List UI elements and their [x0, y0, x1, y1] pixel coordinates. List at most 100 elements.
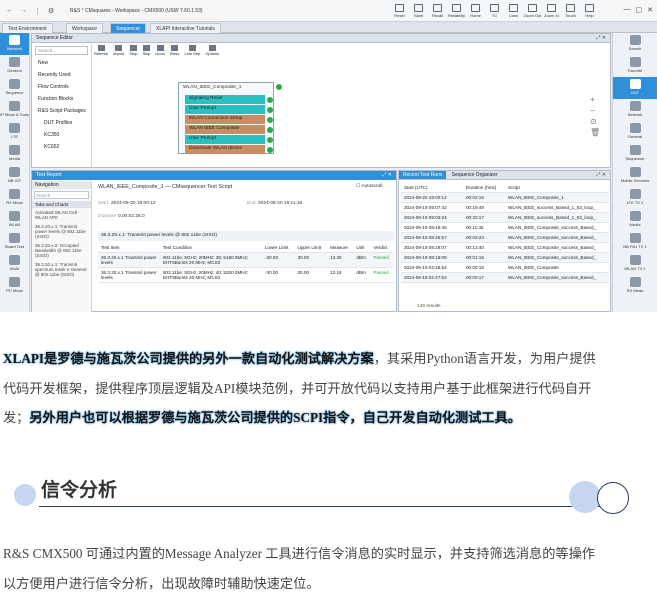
- nav-item[interactable]: 36.3.20.x.1: Transmit power levels @ 802…: [32, 222, 91, 241]
- tool-redo-button[interactable]: Redo: [170, 45, 180, 56]
- tab-sequence-organizer[interactable]: Sequence Organizer: [448, 171, 502, 179]
- maximize-icon[interactable]: ▢: [636, 6, 643, 14]
- nav-item[interactable]: 36.3.20.x.1: Transmit spectrum mask e Ge…: [32, 260, 91, 279]
- flow-item-user-prompt-2[interactable]: User Prompt: [185, 135, 265, 144]
- left-nav-multi[interactable]: Multi: [0, 253, 29, 275]
- nav-search-input[interactable]: Search: [34, 191, 89, 199]
- flow-item-wlan-connection-setup[interactable]: WLAN Connection Setup: [185, 115, 265, 124]
- table-row[interactable]: 2024-09-19 08:45:57 00:03:23 WLAN_IEEE_Com…: [401, 232, 609, 243]
- flow-item-user-prompt[interactable]: User Prompt: [185, 105, 265, 114]
- tree-item-flow-controls[interactable]: Flow Controls: [32, 81, 91, 93]
- tool-refresh-button[interactable]: Refresh: [94, 45, 108, 56]
- left-nav-ip-meas[interactable]: IP Meas & Tools: [0, 99, 29, 121]
- flow-item-signaling-reset[interactable]: Signaling Reset: [185, 95, 265, 104]
- toolbar-tc-button[interactable]: TC: [485, 4, 504, 18]
- table-row[interactable]: 2024-09-19 08:49:48 00:11:45 WLAN_IEEE_Com…: [401, 222, 609, 233]
- left-nav-nb-iot[interactable]: NB IOT: [0, 165, 29, 187]
- back-arrow-icon[interactable]: ←: [6, 7, 13, 15]
- nav-item[interactable]: Activated WLAN Cell - WLAN AP0: [32, 208, 91, 222]
- tab-xlapi-tutorials[interactable]: XLAPI Interactive Tutorials: [150, 23, 221, 33]
- tool-stop-button[interactable]: Stop: [129, 45, 138, 56]
- left-nav-pc-meas[interactable]: PC Meas: [0, 275, 29, 297]
- tree-search-input[interactable]: Search...: [35, 46, 88, 55]
- right-nav-media[interactable]: Media: [613, 209, 657, 231]
- tree-item-new[interactable]: New: [32, 57, 91, 69]
- menu-icon[interactable]: ⋮: [34, 7, 41, 15]
- autoscroll-checkbox[interactable]: ☐ Autoscroll: [356, 184, 382, 189]
- toolbar-recall-button[interactable]: Recall: [428, 4, 447, 18]
- tool-skip-button[interactable]: Skip: [143, 45, 150, 56]
- left-nav-general[interactable]: General: [0, 55, 29, 77]
- tab-workspace[interactable]: Workspace: [66, 23, 103, 33]
- star-icon: [629, 57, 641, 67]
- right-nav-nb-fb1[interactable]: NB FB1 TX 1: [613, 231, 657, 253]
- close-icon[interactable]: ✕: [647, 6, 653, 14]
- table-row[interactable]: 2024-09-19 08:19:07 00:13:40 WLAN_IEEE_Com…: [401, 242, 609, 253]
- flow-item-wlan-ieee-composite[interactable]: WLAN IEEE Composite: [185, 125, 265, 134]
- toolbar-home-button[interactable]: Home: [466, 4, 485, 18]
- flow-container[interactable]: WLAN_IEEE_Composite_1 Signaling Reset Us…: [178, 82, 274, 154]
- table-row[interactable]: 36.3.20.x.1 Transmit power levels 802.11…: [98, 267, 394, 283]
- left-nav-lte[interactable]: LTE: [0, 121, 29, 143]
- toolbar-zoom-in-button[interactable]: Zoom In: [542, 4, 561, 18]
- toolbar-reliability-button[interactable]: Reliability: [447, 4, 466, 18]
- left-nav-rx-meas[interactable]: RX Meas: [0, 187, 29, 209]
- table-row[interactable]: 2024-09-19 02:48:52 00:00:18 WLAN_IEEE_Com…: [401, 262, 609, 273]
- panel-close-icon[interactable]: ⤢ ✕: [596, 172, 606, 178]
- table-row[interactable]: 2024-09-19 02:47:52 00:00:17 WLAN_IEEE_Com…: [401, 272, 609, 283]
- conn-icon: [509, 4, 518, 12]
- zoom-plus-icon[interactable]: +: [590, 94, 600, 105]
- left-nav-network[interactable]: Network: [0, 33, 29, 55]
- toolbar-help-button[interactable]: Help: [580, 4, 599, 18]
- tree-item-kc652[interactable]: KC652: [32, 141, 91, 153]
- toolbar-save-button[interactable]: Save: [409, 4, 428, 18]
- table-row[interactable]: 2024-09-20 19:00:12 00:02:15 WLAN_IEEE_Com…: [401, 192, 609, 203]
- right-nav-lte-tx[interactable]: LTE TX 1: [613, 187, 657, 209]
- tree-item-dut-profiles[interactable]: DUT Profiles: [32, 117, 91, 129]
- section-heading-block: 信令分析: [14, 460, 640, 516]
- toolbar-zoom-out-button[interactable]: Zoom Out: [523, 4, 542, 18]
- toolbar-reset-button[interactable]: Reset: [390, 4, 409, 18]
- tool-import-button[interactable]: Import: [113, 45, 124, 56]
- tree-item-recently-used[interactable]: Recently Used: [32, 69, 91, 81]
- right-nav-rx-meas[interactable]: RX Meas: [613, 275, 657, 297]
- zoom-minus-icon[interactable]: −: [590, 105, 600, 116]
- tool-undo-button[interactable]: Undo: [155, 45, 165, 56]
- forward-arrow-icon[interactable]: →: [20, 7, 27, 15]
- settings-icon[interactable]: ⚙: [48, 7, 54, 15]
- left-nav-board-test[interactable]: Board Test: [0, 231, 29, 253]
- left-nav-sequence[interactable]: Sequence: [0, 77, 29, 99]
- tab-sequencer[interactable]: Sequencer: [110, 23, 147, 33]
- right-nav-favorite[interactable]: Favorite: [613, 55, 657, 77]
- panel-close-icon[interactable]: ⤢ ✕: [382, 172, 392, 178]
- tool-line-sep-button[interactable]: Line Sep: [185, 45, 200, 56]
- right-nav-search[interactable]: Search: [613, 33, 657, 55]
- left-nav-wlan[interactable]: WLAN: [0, 209, 29, 231]
- right-nav-sequencer[interactable]: Sequencer: [613, 143, 657, 165]
- zoom-fit-icon[interactable]: ⊙: [590, 116, 600, 127]
- tool-options-button[interactable]: Options: [205, 45, 219, 56]
- panel-close-icon[interactable]: ⤢ ✕: [596, 35, 606, 41]
- table-row[interactable]: 2024-09-19 09:07:42 00:19:49 WLAN_IEEE_suc…: [401, 202, 609, 213]
- right-nav-network[interactable]: Network: [613, 99, 657, 121]
- tree-item-script-packages[interactable]: R&S Script Packages: [32, 105, 91, 117]
- right-nav-mobile-services[interactable]: Mobile Services: [613, 165, 657, 187]
- tree-item-function-blocks[interactable]: Function Blocks: [32, 93, 91, 105]
- minimize-icon[interactable]: —: [624, 6, 631, 14]
- toolbar-touch-button[interactable]: Touch: [561, 4, 580, 18]
- table-row[interactable]: 2024-09-19 09:03:24 00:20:17 WLAN_IEEE_suc…: [401, 212, 609, 223]
- left-nav-media[interactable]: Media: [0, 143, 29, 165]
- tab-recent-test-runs[interactable]: Recent Test Runs: [399, 171, 447, 179]
- right-nav-dut[interactable]: DUT: [613, 77, 657, 99]
- trash-icon[interactable]: 🗑: [590, 127, 600, 138]
- flow-item-deactivate-wlan[interactable]: Deactivate WLAN device: [185, 145, 265, 154]
- toolbar-conn-button[interactable]: Conn: [504, 4, 523, 18]
- right-nav-general[interactable]: General: [613, 121, 657, 143]
- tab-test-environment[interactable]: Test Environment: [2, 23, 53, 33]
- tree-item-kc350[interactable]: KC350: [32, 129, 91, 141]
- right-nav-wlan-tx[interactable]: WLAN TX 1: [613, 253, 657, 275]
- nav-item[interactable]: 36.3.20.x.2: Occupied Bandwidth @ 802.11…: [32, 241, 91, 260]
- table-row[interactable]: 2024-09-19 08:16:09 00:01:15 WLAN_IEEE_Com…: [401, 252, 609, 263]
- table-row[interactable]: 36.3.20.x.1 Transmit power levels 802.11…: [98, 252, 394, 268]
- general-icon: [629, 123, 641, 133]
